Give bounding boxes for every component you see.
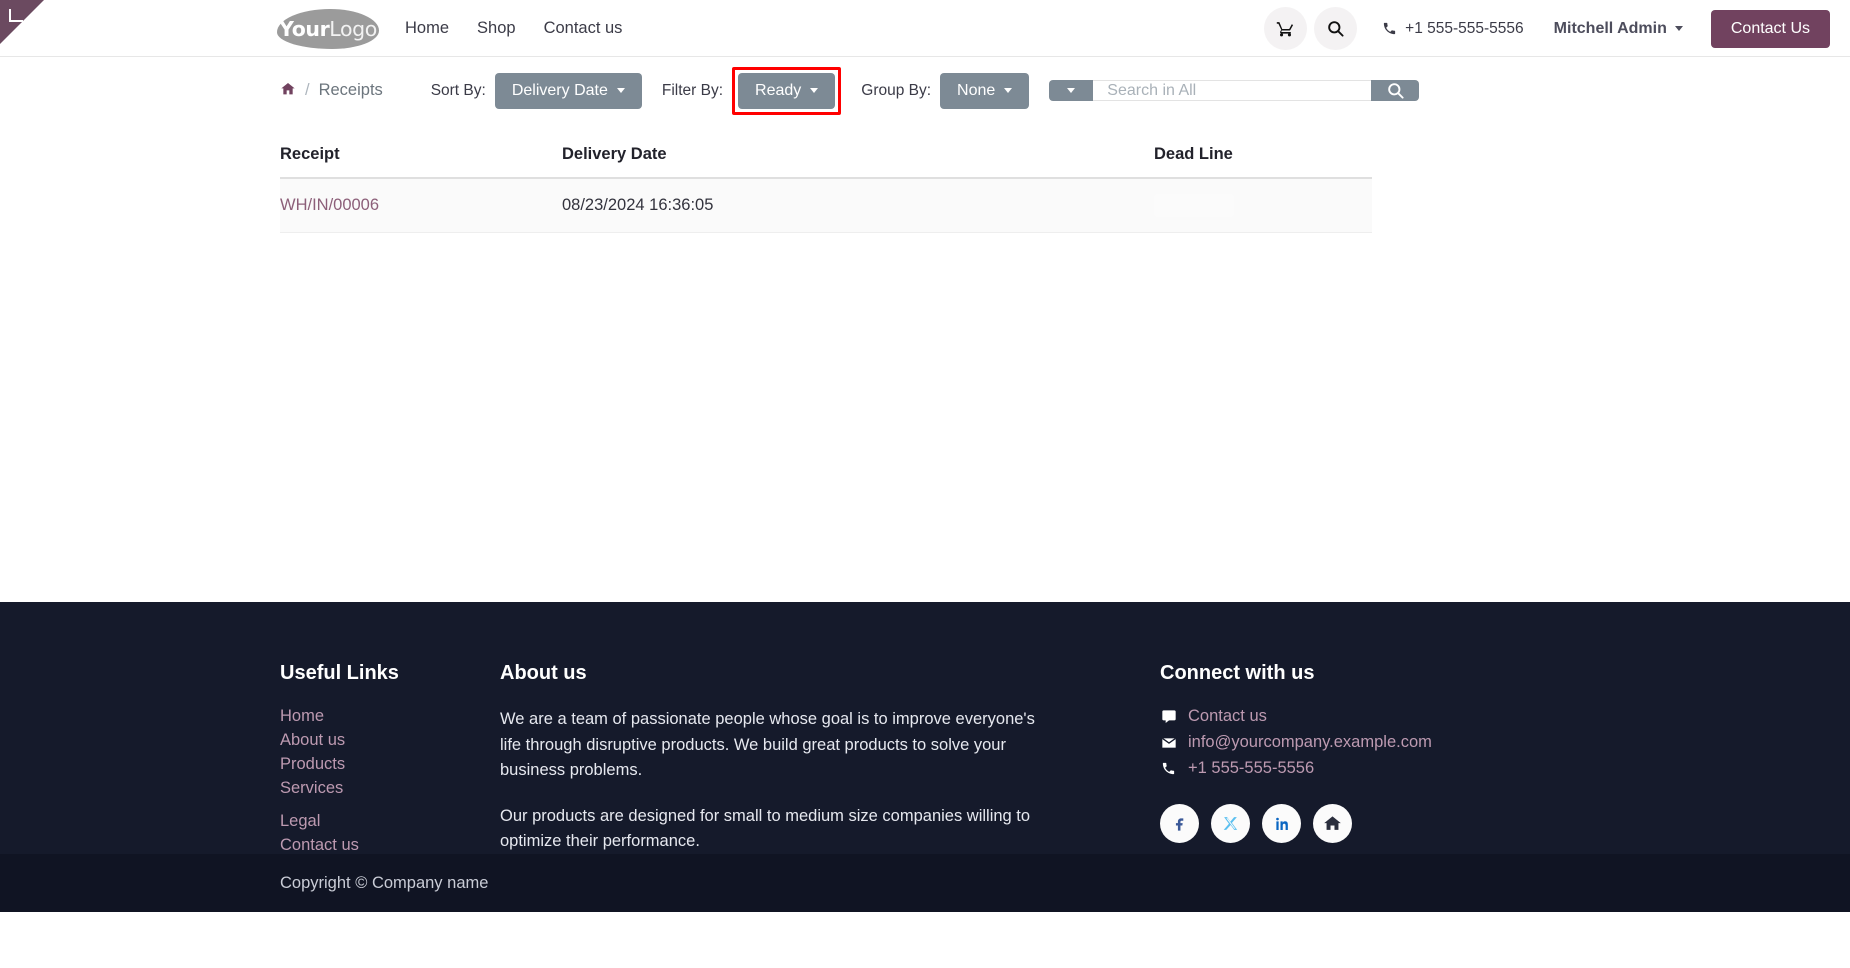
search-icon	[1388, 83, 1404, 99]
footer-about-us: About us We are a team of passionate peo…	[500, 662, 1060, 875]
cell-delivery-date: 08/23/2024 16:36:05	[562, 178, 1154, 233]
footer-phone-link[interactable]: +1 555-555-5556	[1188, 759, 1314, 778]
footer-about-paragraph-2: Our products are designed for small to m…	[500, 806, 1031, 851]
contact-us-button[interactable]: Contact Us	[1710, 9, 1830, 48]
sort-by-group: Sort By: Delivery Date	[430, 72, 642, 109]
x-twitter-icon	[1223, 817, 1238, 830]
chevron-down-icon	[810, 88, 819, 93]
footer-link-products[interactable]: Products	[280, 755, 500, 774]
footer-connect-title: Connect with us	[1160, 662, 1315, 684]
logo-text: YourLogo	[279, 19, 377, 40]
corner-bracket-icon[interactable]	[9, 9, 23, 22]
facebook-button[interactable]	[1160, 804, 1199, 843]
social-links	[1160, 804, 1560, 843]
nav-item-shop[interactable]: Shop	[477, 19, 516, 38]
copyright-bar: Copyright © Company name	[0, 854, 1850, 912]
site-header: YourLogo Home Shop Contact us +1 555-555…	[0, 0, 1850, 57]
footer-links-title: Useful Links	[280, 662, 399, 684]
footer-about-title: About us	[500, 662, 587, 684]
search-bar	[1049, 80, 1420, 101]
phone-icon	[1384, 22, 1396, 35]
column-header-delivery-date: Delivery Date	[562, 145, 1154, 179]
chevron-down-icon	[616, 88, 625, 93]
search-icon	[1328, 21, 1344, 37]
status-badge: ✔ Ready	[1154, 194, 1234, 217]
group-by-value: None	[957, 81, 996, 99]
footer-contact-row: Contact us	[1160, 707, 1560, 726]
linkedin-button[interactable]	[1262, 804, 1301, 843]
filter-by-label: Filter By:	[661, 81, 724, 99]
filter-controls: Sort By: Delivery Date Filter By: Ready	[280, 66, 1570, 115]
corner-ribbon	[0, 0, 44, 44]
filter-by-dropdown[interactable]: Ready	[738, 72, 836, 109]
search-scope-dropdown[interactable]	[1049, 80, 1094, 101]
chevron-down-icon	[1674, 26, 1683, 31]
chevron-down-icon	[1067, 88, 1076, 93]
shopping-cart-button[interactable]	[1264, 7, 1308, 50]
filter-by-highlight: Ready	[732, 66, 842, 115]
facebook-icon	[1175, 818, 1184, 831]
home-site-button[interactable]	[1313, 804, 1352, 843]
envelope-icon	[1160, 735, 1177, 751]
header-search-button[interactable]	[1314, 7, 1358, 50]
main-content: / Receipts Sort By: Delivery Date Filter…	[0, 57, 1850, 602]
receipt-link[interactable]: WH/IN/00006	[280, 196, 379, 214]
filter-by-group: Filter By: Ready	[661, 66, 842, 115]
table-row[interactable]: WH/IN/00006 08/23/2024 16:36:05 ✔ Ready	[280, 178, 1372, 233]
search-input[interactable]	[1093, 80, 1372, 101]
shopping-cart-icon	[1276, 22, 1294, 37]
receipts-table-head: Receipt Delivery Date Dead Line	[280, 145, 1372, 179]
user-menu-label: Mitchell Admin	[1553, 19, 1667, 37]
header-phone-number: +1 555-555-5556	[1405, 19, 1524, 37]
x-twitter-button[interactable]	[1211, 804, 1250, 843]
site-logo[interactable]: YourLogo	[277, 9, 379, 49]
footer-contact-us-link[interactable]: Contact us	[1188, 707, 1267, 726]
footer-link-legal[interactable]: Legal	[280, 812, 500, 831]
column-header-dead-line: Dead Line	[1154, 145, 1372, 179]
footer-link-services[interactable]: Services	[280, 779, 500, 798]
site-footer: Useful Links Home About us Products Serv…	[0, 602, 1850, 912]
phone-icon	[1160, 761, 1177, 776]
footer-useful-links: Useful Links Home About us Products Serv…	[280, 662, 500, 875]
header-phone-link[interactable]: +1 555-555-5556	[1382, 20, 1524, 38]
header-right-group: +1 555-555-5556 Mitchell Admin Contact U…	[1264, 0, 1830, 57]
comment-icon	[1160, 709, 1177, 725]
main-navigation: Home Shop Contact us	[405, 0, 622, 57]
footer-about-paragraph-1: We are a team of passionate people whose…	[500, 710, 1035, 780]
footer-email-row: info@yourcompany.example.com	[1160, 733, 1560, 752]
footer-link-home[interactable]: Home	[280, 707, 500, 726]
cell-receipt: WH/IN/00006	[280, 178, 562, 233]
footer-email-link[interactable]: info@yourcompany.example.com	[1188, 733, 1432, 752]
sort-by-value: Delivery Date	[511, 81, 608, 99]
search-submit-button[interactable]	[1371, 80, 1420, 101]
nav-item-home[interactable]: Home	[405, 19, 449, 38]
nav-item-contact-us[interactable]: Contact us	[544, 19, 623, 38]
footer-connect-with-us: Connect with us Contact us info@yourcomp…	[1160, 662, 1560, 875]
group-by-dropdown[interactable]: None	[940, 72, 1030, 109]
sort-by-dropdown[interactable]: Delivery Date	[494, 72, 642, 109]
content-container: / Receipts Sort By: Delivery Date Filter…	[280, 57, 1570, 233]
footer-link-about-us[interactable]: About us	[280, 731, 500, 750]
footer-link-contact-us[interactable]: Contact us	[280, 836, 500, 855]
footer-phone-row: +1 555-555-5556	[1160, 759, 1560, 778]
column-header-receipt: Receipt	[280, 145, 562, 179]
copyright-text: Copyright © Company name	[280, 873, 489, 892]
page-toolbar: / Receipts Sort By: Delivery Date Filter…	[280, 57, 1570, 124]
chevron-down-icon	[1004, 88, 1013, 93]
user-menu[interactable]: Mitchell Admin	[1554, 20, 1683, 38]
receipts-table-body: WH/IN/00006 08/23/2024 16:36:05 ✔ Ready	[280, 178, 1372, 233]
home-icon	[1324, 816, 1341, 830]
receipts-table: Receipt Delivery Date Dead Line WH/IN/00…	[280, 145, 1372, 233]
logo-text-light: Logo	[329, 16, 377, 41]
logo-text-bold: Your	[279, 16, 330, 41]
footer-columns: Useful Links Home About us Products Serv…	[280, 602, 1570, 875]
cell-dead-line: ✔ Ready	[1154, 178, 1372, 233]
group-by-label: Group By:	[861, 81, 932, 99]
table-header-row: Receipt Delivery Date Dead Line	[280, 145, 1372, 179]
filter-by-value: Ready	[755, 81, 802, 99]
group-by-group: Group By: None	[861, 72, 1030, 109]
linkedin-icon	[1275, 817, 1288, 830]
sort-by-label: Sort By:	[430, 81, 486, 99]
